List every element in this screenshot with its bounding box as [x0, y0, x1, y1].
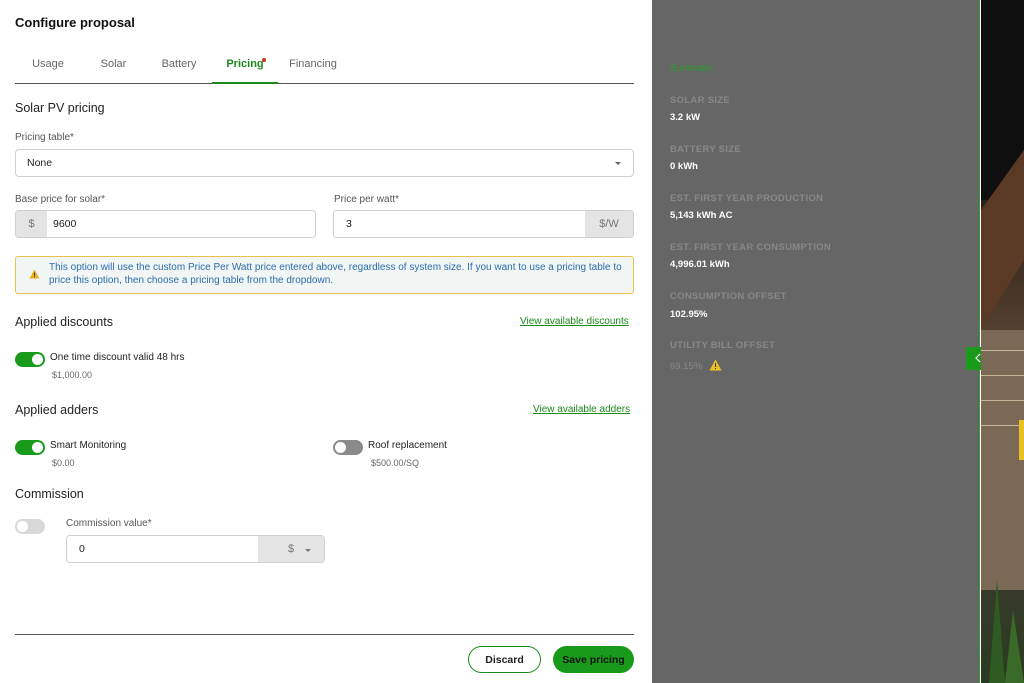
solar-pricing-heading: Solar PV pricing — [15, 101, 105, 115]
commission-input[interactable]: 0 — [67, 536, 258, 562]
commission-heading: Commission — [15, 487, 84, 501]
metric-label: BATTERY SIZE — [670, 144, 741, 155]
save-pricing-button[interactable]: Save pricing — [553, 646, 634, 673]
base-price-input[interactable]: 9600 — [47, 211, 315, 237]
chevron-down-icon — [305, 549, 311, 552]
utility-offset-row: 69.15% — [670, 359, 722, 374]
discounts-heading: Applied discounts — [15, 315, 113, 329]
ppw-field[interactable]: 3 $/W — [333, 210, 634, 238]
adders-heading: Applied adders — [15, 403, 99, 417]
view-discounts-link[interactable]: View available discounts — [520, 316, 629, 327]
warning-text: This option will use the custom Price Pe… — [49, 262, 622, 286]
metric-label: EST. FIRST YEAR CONSUMPTION — [670, 242, 831, 253]
metric-value: 69.15% — [670, 361, 703, 372]
metric-label: CONSUMPTION OFFSET — [670, 291, 787, 302]
toggle-knob — [32, 442, 43, 453]
house-photo — [981, 0, 1024, 683]
page-title: Configure proposal — [15, 15, 135, 30]
adder-price: $0.00 — [52, 458, 75, 468]
ppw-input[interactable]: 3 — [334, 211, 585, 237]
roof-replacement-toggle[interactable] — [333, 440, 363, 455]
warning-icon — [709, 359, 722, 374]
toggle-knob — [335, 442, 346, 453]
pricing-warning-banner: This option will use the custom Price Pe… — [15, 256, 634, 294]
smart-monitoring-toggle[interactable] — [15, 440, 45, 455]
metric-value: 0 kWh — [670, 161, 698, 172]
discount-price: $1,000.00 — [52, 370, 93, 380]
pricing-table-value: None — [27, 157, 53, 169]
commission-unit-select[interactable]: $ — [258, 536, 324, 562]
base-price-label: Base price for solar* — [15, 194, 106, 205]
tab-solar[interactable]: Solar — [91, 44, 136, 84]
ppw-label: Price per watt* — [334, 194, 400, 205]
metric-label: SOLAR SIZE — [670, 95, 731, 106]
metric-value: 4,996.01 kWh — [670, 259, 730, 270]
summary-title: Summary — [670, 63, 713, 74]
commission-unit-value: $ — [287, 543, 295, 555]
tab-bar: Usage Solar Battery Pricing Financing — [15, 44, 634, 84]
commission-field[interactable]: 0 $ — [66, 535, 325, 563]
configure-panel: Configure proposal Usage Solar Battery P… — [0, 0, 652, 683]
discount-name: One time discount valid 48 hrs — [50, 352, 185, 363]
warning-icon — [29, 266, 40, 284]
metric-value: 5,143 kWh AC — [670, 210, 733, 221]
tab-pricing[interactable]: Pricing — [212, 44, 278, 84]
tab-financing[interactable]: Financing — [285, 44, 341, 84]
adder-name: Smart Monitoring — [50, 440, 127, 451]
dollar-prefix: $ — [16, 211, 47, 237]
footer-divider — [15, 634, 634, 635]
ppw-suffix: $/W — [585, 211, 633, 237]
tab-usage[interactable]: Usage — [25, 44, 71, 84]
toggle-knob — [17, 521, 28, 532]
commission-toggle[interactable] — [15, 519, 45, 534]
pricing-table-select[interactable]: None — [15, 149, 634, 177]
toggle-knob — [32, 354, 43, 365]
pricing-table-label: Pricing table* — [15, 132, 74, 143]
tab-pricing-label: Pricing — [226, 58, 264, 70]
metric-value: 3.2 kW — [670, 112, 701, 123]
metric-label: EST. FIRST YEAR PRODUCTION — [670, 193, 824, 204]
adder-price: $500.00/SQ — [371, 458, 420, 468]
summary-panel: Summary SOLAR SIZE 3.2 kW BATTERY SIZE 0… — [652, 0, 980, 683]
discount-toggle[interactable] — [15, 352, 45, 367]
unsaved-dot-icon — [262, 58, 266, 62]
view-adders-link[interactable]: View available adders — [533, 404, 630, 415]
metric-label: UTILITY BILL OFFSET — [670, 340, 776, 351]
adder-name: Roof replacement — [368, 440, 447, 451]
house-photo-graphic — [981, 0, 1024, 683]
tab-battery[interactable]: Battery — [153, 44, 205, 84]
commission-value-label: Commission value* — [66, 518, 152, 529]
chevron-down-icon — [615, 162, 621, 165]
discard-button[interactable]: Discard — [468, 646, 541, 673]
metric-value: 102.95% — [670, 309, 708, 320]
base-price-field[interactable]: $ 9600 — [15, 210, 316, 238]
